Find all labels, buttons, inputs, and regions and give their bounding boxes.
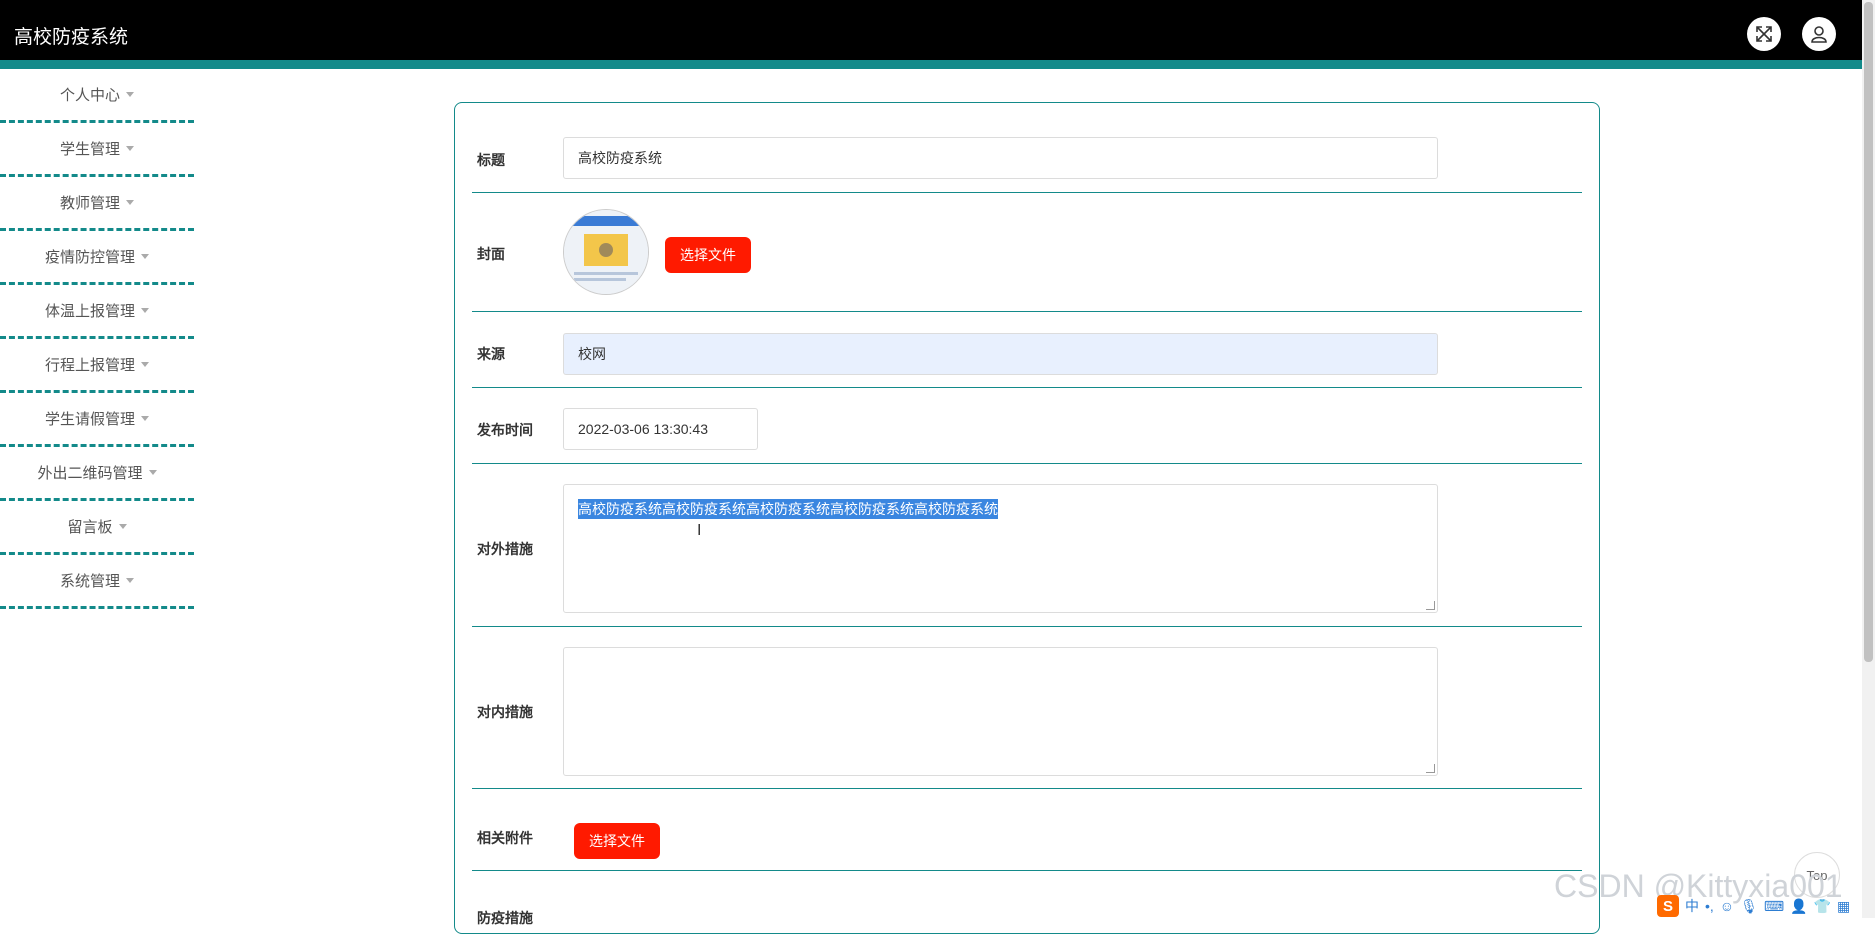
external-measures-value: 高校防疫系统高校防疫系统高校防疫系统高校防疫系统高校防疫系统 [578,499,998,519]
news-edit-form: 标题 高校防疫系统 封面 选择文件 来源 校网 发布时间 2022-03-06 … [454,102,1600,934]
punctuation-icon[interactable]: •, [1705,898,1714,914]
caret-down-icon [141,362,149,367]
publish-time-value: 2022-03-06 13:30:43 [578,421,708,437]
sidebar-item-label: 个人中心 [59,87,120,104]
caret-down-icon [126,200,134,205]
sidebar-item-itinerary-report[interactable]: 行程上报管理 [0,339,194,393]
sidebar-item-label: 学生管理 [59,141,120,158]
source-input-value: 校网 [578,346,606,362]
caret-down-icon [141,416,149,421]
sidebar-item-student-leave[interactable]: 学生请假管理 [0,393,194,447]
sidebar: 个人中心 学生管理 教师管理 疫情防控管理 体温上报管理 行程上报管理 学生请假… [0,69,194,609]
scrollbar-thumb[interactable] [1864,2,1873,662]
expand-arrows-icon [1756,26,1772,42]
sidebar-item-label: 外出二维码管理 [37,465,143,482]
form-row-source: 来源 校网 [472,311,1582,388]
sidebar-item-label: 系统管理 [59,573,120,590]
form-row-publish-time: 发布时间 2022-03-06 13:30:43 [472,387,1582,464]
form-row-title: 标题 高校防疫系统 [472,119,1582,193]
sidebar-item-label: 行程上报管理 [44,357,135,374]
top-bar: 高校防疫系统 [0,0,1862,69]
sidebar-item-exit-qrcode[interactable]: 外出二维码管理 [0,447,194,501]
form-row-cover: 封面 选择文件 [472,192,1582,312]
sidebar-item-teacher-management[interactable]: 教师管理 [0,177,194,231]
sidebar-item-system-management[interactable]: 系统管理 [0,555,194,609]
external-measures-label: 对外措施 [477,541,533,557]
source-input[interactable]: 校网 [563,333,1438,375]
attachment-label: 相关附件 [477,830,533,846]
form-row-prevention-measures: 防疫措施 [472,870,1582,930]
ime-mode-chinese[interactable]: 中 [1685,896,1699,916]
cover-thumbnail-image [564,210,648,294]
keyboard-icon[interactable]: ⌨ [1764,898,1784,915]
sidebar-item-temperature-report[interactable]: 体温上报管理 [0,285,194,339]
caret-down-icon [126,578,134,583]
fullscreen-button[interactable] [1747,17,1781,51]
sidebar-item-epidemic-control[interactable]: 疫情防控管理 [0,231,194,285]
caret-down-icon [126,146,134,151]
sidebar-item-label: 留言板 [67,519,113,536]
menu-grid-icon[interactable]: ▦ [1837,898,1850,915]
user-avatar-icon [1811,26,1827,43]
text-cursor-icon: I [697,522,702,539]
cover-image[interactable] [563,209,649,295]
page-scrollbar[interactable] [1862,0,1875,918]
user-icon[interactable]: 👤 [1790,898,1807,915]
form-row-external-measures: 对外措施 高校防疫系统高校防疫系统高校防疫系统高校防疫系统高校防疫系统 [472,463,1582,627]
form-row-attachment: 相关附件 选择文件 [472,788,1582,871]
caret-down-icon [141,308,149,313]
sidebar-item-personal-center[interactable]: 个人中心 [0,69,194,123]
emoji-icon[interactable]: ☺ [1720,898,1734,914]
title-input[interactable]: 高校防疫系统 [563,137,1438,179]
resize-grip-icon[interactable] [1426,764,1435,773]
caret-down-icon [126,92,134,97]
sidebar-item-label: 学生请假管理 [44,411,135,428]
resize-grip-icon[interactable] [1426,601,1435,610]
source-label: 来源 [477,346,505,362]
prevention-measures-label: 防疫措施 [477,910,533,926]
caret-down-icon [141,254,149,259]
sidebar-item-label: 教师管理 [59,195,120,212]
attachment-choose-file-button[interactable]: 选择文件 [574,823,660,859]
internal-measures-textarea[interactable] [563,647,1438,776]
publish-time-input[interactable]: 2022-03-06 13:30:43 [563,408,758,450]
caret-down-icon [148,470,157,475]
cover-choose-file-button[interactable]: 选择文件 [665,237,751,273]
sidebar-item-student-management[interactable]: 学生管理 [0,123,194,177]
caret-down-icon [118,524,127,529]
title-input-value: 高校防疫系统 [578,150,662,166]
publish-time-label: 发布时间 [477,422,533,438]
external-measures-textarea[interactable]: 高校防疫系统高校防疫系统高校防疫系统高校防疫系统高校防疫系统 [563,484,1438,613]
sidebar-item-label: 体温上报管理 [44,303,135,320]
title-label: 标题 [477,152,505,168]
skin-icon[interactable]: 👕 [1814,898,1831,915]
user-profile-button[interactable] [1802,17,1836,51]
sidebar-item-label: 疫情防控管理 [44,249,135,266]
ime-toolbar[interactable]: S 中 •, ☺ 🎙 ⌨ 👤 👕 ▦ [1657,894,1862,918]
sidebar-item-message-board[interactable]: 留言板 [0,501,194,555]
internal-measures-label: 对内措施 [477,704,533,720]
microphone-icon[interactable]: 🎙 [1740,898,1758,915]
app-title: 高校防疫系统 [14,27,129,48]
form-row-internal-measures: 对内措施 [472,626,1582,789]
sogou-logo-icon[interactable]: S [1657,895,1679,917]
cover-label: 封面 [477,246,505,262]
